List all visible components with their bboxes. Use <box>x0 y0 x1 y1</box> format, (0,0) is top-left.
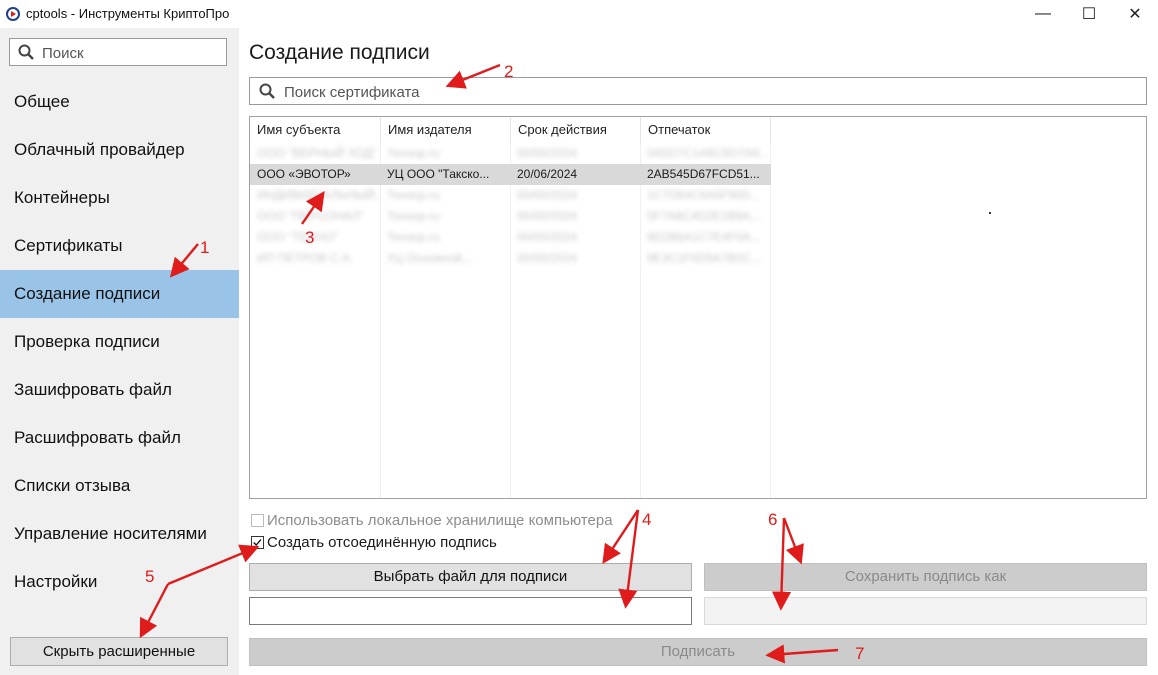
sidebar-item-create-signature[interactable]: Создание подписи <box>0 270 239 318</box>
cell-validity: 20/06/2024 <box>517 167 578 181</box>
certificate-search-input[interactable] <box>282 81 1126 103</box>
certificate-table: Имя субъекта Имя издателя Срок действия … <box>249 116 1147 499</box>
cell-validity: 00/00/2024 <box>517 188 578 202</box>
title-bar: cptools - Инструменты КриптоПро — ☐ ✕ <box>0 0 1158 28</box>
cell-issuer: Тензор.ru <box>387 146 440 160</box>
sign-button[interactable]: Подписать <box>249 638 1147 666</box>
page-title: Создание подписи <box>249 41 430 64</box>
cell-thumbprint: 8D2B6A1C7E4F0A... <box>647 230 761 244</box>
table-row[interactable]: ИНДИВИДУАЛЬНЫЙ... Тензор.ru 00/00/2024 1… <box>250 185 771 206</box>
choose-file-button[interactable]: Выбрать файл для подписи <box>249 563 692 591</box>
cell-validity: 00/00/2024 <box>517 230 578 244</box>
sidebar-item-media-management[interactable]: Управление носителями <box>0 510 239 558</box>
cell-thumbprint: 5F7A8C4D2E1B9A... <box>647 209 761 223</box>
annotation-label-4: 4 <box>642 510 652 529</box>
column-header-subject[interactable]: Имя субъекта <box>250 117 381 143</box>
cell-issuer: УЦ ООО "Такско... <box>387 167 490 181</box>
annotation-arrow-6b <box>771 517 792 611</box>
cell-issuer: Тензор.ru <box>387 209 440 223</box>
annotation-label-6: 6 <box>768 510 778 529</box>
search-icon <box>259 83 275 99</box>
cell-thumbprint: 0A5D7C1A6C5D7A9... <box>647 146 770 160</box>
window-title: cptools - Инструменты КриптоПро <box>26 6 230 21</box>
file-path-field[interactable] <box>249 597 692 625</box>
annotation-label-7: 7 <box>855 644 865 663</box>
close-button[interactable]: ✕ <box>1112 0 1158 28</box>
annotation-label-1: 1 <box>200 238 210 257</box>
stray-dot <box>989 212 991 214</box>
sidebar: Общее Облачный провайдер Контейнеры Серт… <box>0 28 239 675</box>
use-local-store-checkbox[interactable] <box>251 514 264 527</box>
save-path-field[interactable] <box>704 597 1147 625</box>
minimize-button[interactable]: — <box>1020 0 1066 28</box>
detached-signature-checkbox[interactable] <box>251 536 264 549</box>
cell-validity: 00/00/2024 <box>517 209 578 223</box>
cell-subject: ИНДИВИДУАЛЬНЫЙ... <box>257 188 380 202</box>
sidebar-item-general[interactable]: Общее <box>0 78 239 126</box>
certificate-search-box <box>249 77 1147 105</box>
column-header-issuer[interactable]: Имя издателя <box>381 117 511 143</box>
cell-subject: ООО "ПЕРСОНАЛ" <box>257 209 364 223</box>
table-row[interactable]: ООО "ТЕХНО" Тензор.ru 00/00/2024 8D2B6A1… <box>250 227 771 248</box>
annotation-label-2: 2 <box>504 62 514 81</box>
cell-validity: 00/00/2024 <box>517 146 578 160</box>
annotation-label-5: 5 <box>145 567 155 586</box>
sidebar-item-decrypt-file[interactable]: Расшифровать файл <box>0 414 239 462</box>
sidebar-search-input[interactable] <box>40 42 224 64</box>
sidebar-item-settings[interactable]: Настройки <box>0 558 239 606</box>
detached-signature-label: Создать отсоединённую подпись <box>267 534 497 551</box>
annotation-label-3: 3 <box>305 228 315 247</box>
column-header-validity[interactable]: Срок действия <box>511 117 641 143</box>
cell-subject: ИП ПЕТРОВ С.А. <box>257 251 354 265</box>
cell-subject: ООО "ТЕХНО" <box>257 230 339 244</box>
checkmark-icon <box>253 539 262 547</box>
sidebar-item-revocation-lists[interactable]: Списки отзыва <box>0 462 239 510</box>
use-local-store-label: Использовать локальное хранилище компьют… <box>267 512 613 529</box>
sidebar-item-verify-signature[interactable]: Проверка подписи <box>0 318 239 366</box>
cell-thumbprint: 2AB545D67FCD51... <box>647 167 760 181</box>
cell-thumbprint: 9E3C1F0D5A7B2C... <box>647 251 762 265</box>
cptools-logo-icon <box>6 7 20 21</box>
maximize-button[interactable]: ☐ <box>1066 0 1112 28</box>
hide-advanced-button[interactable]: Скрыть расширенные <box>10 637 228 666</box>
table-row[interactable]: ИП ПЕТРОВ С.А. УЦ Основной... 00/00/2024… <box>250 248 771 269</box>
annotation-arrow-6a <box>782 517 804 565</box>
save-signature-as-button[interactable]: Сохранить подпись как <box>704 563 1147 591</box>
sidebar-search-box <box>9 38 227 66</box>
sidebar-item-containers[interactable]: Контейнеры <box>0 174 239 222</box>
cell-subject: ООО «ЭВОТОР» <box>257 167 351 181</box>
cell-issuer: Тензор.ru <box>387 230 440 244</box>
column-header-thumbprint[interactable]: Отпечаток <box>641 117 771 143</box>
table-row-selected[interactable]: ООО «ЭВОТОР» УЦ ООО "Такско... 20/06/202… <box>250 164 771 185</box>
cell-issuer: Тензор.ru <box>387 188 440 202</box>
sidebar-item-encrypt-file[interactable]: Зашифровать файл <box>0 366 239 414</box>
table-row[interactable]: ООО "ВЕРНЫЙ ХОД" Тензор.ru 00/00/2024 0A… <box>250 143 771 164</box>
cell-issuer: УЦ Основной... <box>387 251 472 265</box>
search-icon <box>18 44 34 60</box>
cell-thumbprint: 1C7D84C6A5F90D... <box>647 188 761 202</box>
cell-validity: 00/00/2024 <box>517 251 578 265</box>
sidebar-item-cloud-provider[interactable]: Облачный провайдер <box>0 126 239 174</box>
cell-subject: ООО "ВЕРНЫЙ ХОД" <box>257 146 377 160</box>
table-row[interactable]: ООО "ПЕРСОНАЛ" Тензор.ru 00/00/2024 5F7A… <box>250 206 771 227</box>
